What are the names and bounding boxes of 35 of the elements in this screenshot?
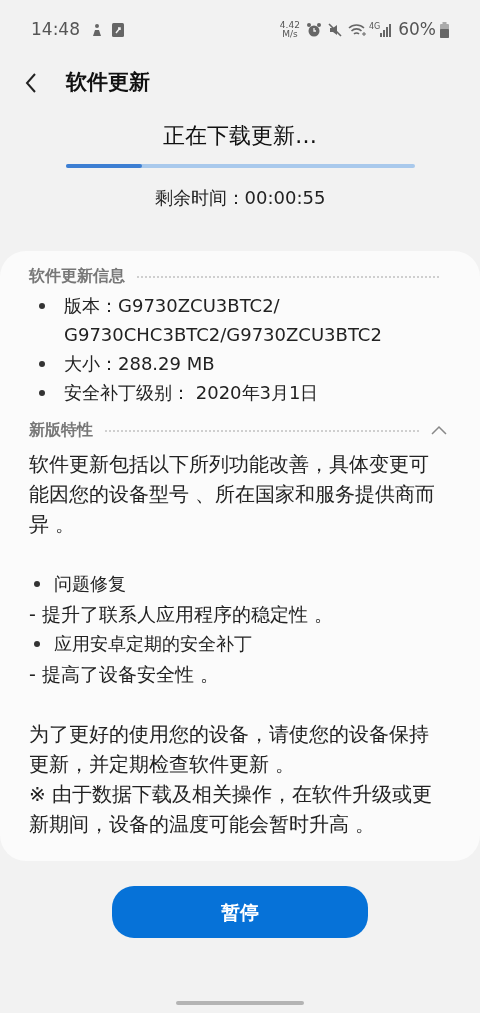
notification-icon [90,23,104,37]
battery-percent: 60% [398,18,436,42]
bullet-icon [39,303,45,309]
remaining-time: 剩余时间：00:00:55 [154,186,326,210]
info-item: 大小：288.29 MB [64,352,215,376]
alarm-icon [305,22,322,38]
network-label: 4G [368,23,381,31]
bullet-icon [34,581,40,587]
back-icon[interactable] [24,72,38,94]
feature-detail: - 提高了设备安全性 。 [29,662,220,687]
download-status: 正在下载更新… [163,122,317,150]
feature-paragraph: ※ 由于数据下载及相关操作，在软件升级或更新期间，设备的温度可能会暂时升高 。 [29,781,434,838]
info-item: 安全补丁级别： 2020年3月1日 [64,381,319,405]
app-icon [112,23,124,37]
pause-button[interactable]: 暂停 [112,886,368,938]
speed-value: 4.42 [279,21,300,30]
feature-paragraph: 为了更好的使用您的设备，请使您的设备保持更新，并定期检查软件更新 。 [29,721,430,778]
feature-paragraph: 软件更新包括以下所列功能改善，具体变更可能因您的设备型号 、所在国家和服务提供商而异 。 [29,451,437,538]
bullet-icon [34,641,40,647]
wifi-icon [347,23,366,37]
signal-icon [380,23,393,37]
bullet-icon [39,390,45,396]
battery-icon [440,22,449,38]
section-heading: 新版特性 [29,419,93,441]
mute-icon [327,23,342,37]
page-title: 软件更新 [66,69,150,97]
info-item: 版本：G9730ZCU3BTC2/ G9730CHC3BTC2/G9730ZCU3BTC2 [64,294,382,347]
section-heading: 软件更新信息 [29,265,125,287]
feature-bullet: 问题修复 [54,572,126,596]
feature-bullet: 应用安卓定期的安全补丁 [54,632,252,656]
chevron-up-icon[interactable] [431,425,447,435]
bullet-icon [39,361,45,367]
feature-detail: - 提升了联系人应用程序的稳定性 。 [29,602,334,627]
speed-unit: M/s [282,30,298,39]
status-time: 14:48 [31,18,80,42]
